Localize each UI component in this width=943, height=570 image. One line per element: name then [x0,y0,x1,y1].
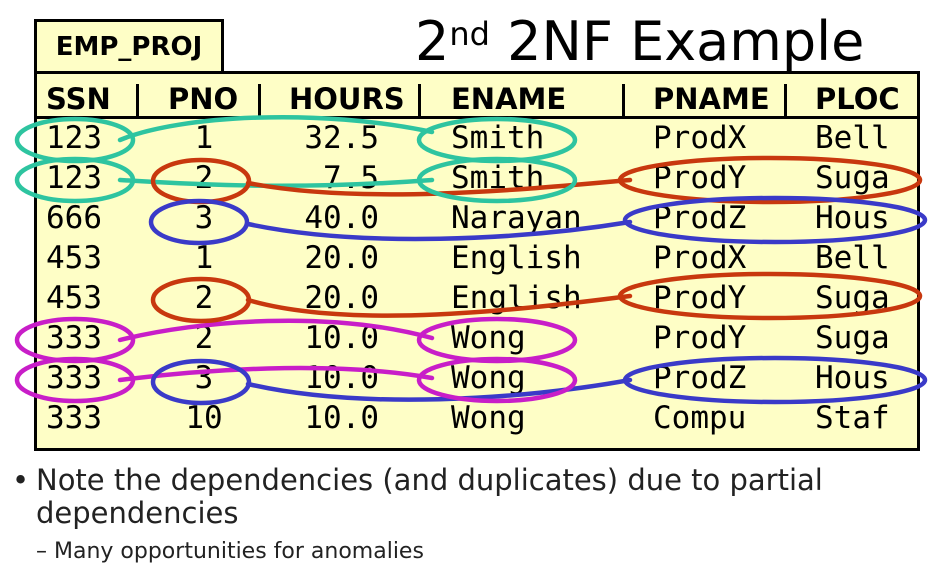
pname-ploc-oval-blue [622,355,928,405]
pname-ploc-oval-blue [622,195,928,245]
dependency-line-magenta [117,318,435,343]
dependency-line-red [245,293,633,318]
bullet-main-text: Note the dependencies (and duplicates) d… [36,463,823,530]
ssn-oval-teal [14,156,136,204]
bullet-sub-dash: – [36,539,47,564]
ssn-oval-teal [14,116,136,164]
pno-oval-red [150,276,252,324]
bullet-sub-text: Many opportunities for anomalies [54,539,424,564]
dependency-line-teal [117,177,435,189]
dependency-line-magenta [117,365,435,383]
ssn-oval-magenta [14,316,136,364]
dependency-line-teal [117,114,435,143]
bullet-sub: – Many opportunities for anomalies [36,537,836,567]
dependency-line-blue [245,219,633,242]
pname-ploc-oval-red [617,271,923,321]
pname-ploc-oval-red [617,155,923,205]
pno-oval-blue [148,198,250,246]
ename-oval-teal [416,156,578,204]
ename-oval-teal [416,116,578,164]
ssn-oval-magenta [14,356,136,404]
bullet-dot: • [12,463,30,497]
ename-oval-magenta [416,316,578,364]
pno-oval-blue [150,358,252,406]
